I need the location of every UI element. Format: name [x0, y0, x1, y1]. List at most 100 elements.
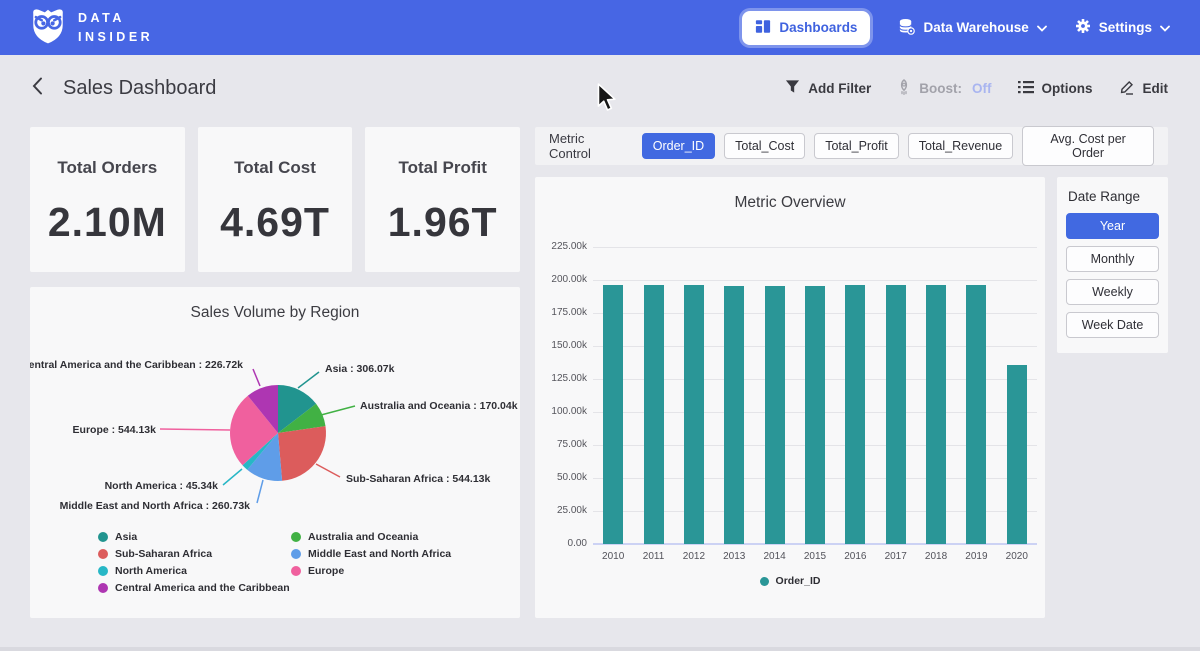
bar-2010[interactable] [603, 285, 623, 544]
y-axis-tick-label: 0.00 [539, 538, 587, 549]
pie-slice-label: North America : 45.34k [105, 480, 219, 492]
pie-leader-line [253, 369, 260, 386]
bar-slot [593, 285, 633, 544]
legend-dot [760, 577, 769, 586]
kpi-label: Total Profit [398, 158, 486, 178]
nav-dashboards-button[interactable]: Dashboards [742, 11, 870, 45]
kpi-card: Total Orders2.10M [30, 127, 185, 272]
metric-option-total-profit[interactable]: Total_Profit [814, 133, 899, 159]
pie-leader-line [223, 469, 242, 485]
options-list-icon [1018, 80, 1034, 97]
date-range-option-weekly[interactable]: Weekly [1066, 279, 1159, 305]
add-filter-button[interactable]: Add Filter [785, 79, 871, 97]
date-range-option-year[interactable]: Year [1066, 213, 1159, 239]
bar-slot [714, 286, 754, 544]
bar-2011[interactable] [644, 285, 664, 544]
pie-slice-label: Sub-Saharan Africa : 544.13k [346, 473, 490, 485]
y-axis-tick-label: 125.00k [539, 373, 587, 384]
pie-legend-item: Central America and the Caribbean [98, 582, 291, 594]
metric-option-avg-cost-per-order[interactable]: Avg. Cost per Order [1022, 126, 1154, 166]
pie-slice-2[interactable] [278, 426, 326, 481]
bar-slot [956, 285, 996, 544]
metric-option-total-cost[interactable]: Total_Cost [724, 133, 805, 159]
pie-legend-column: Australia and Oceania Middle East and Nor… [291, 531, 451, 594]
bar-2017[interactable] [886, 285, 906, 544]
edit-button[interactable]: Edit [1119, 79, 1169, 98]
owl-logo-icon [30, 5, 66, 50]
y-axis-tick-label: 50.00k [539, 472, 587, 483]
pie-legend-item: Middle East and North Africa [291, 548, 451, 560]
pie-leader-line [160, 429, 230, 430]
boost-toggle[interactable]: Boost:Off [897, 79, 991, 98]
bar-slot [634, 285, 674, 544]
pie-slice-label: Australia and Oceania : 170.04k [360, 400, 518, 412]
bar-slot [997, 365, 1037, 545]
legend-label: Asia [115, 531, 137, 543]
x-axis-labels: 2010201120122013201420152016201720182019… [593, 551, 1037, 562]
pie-legend-item: Australia and Oceania [291, 531, 451, 543]
bar-2018[interactable] [926, 285, 946, 544]
bar-slot [876, 285, 916, 544]
date-range-option-week-date[interactable]: Week Date [1066, 312, 1159, 338]
bar-2014[interactable] [765, 286, 785, 545]
legend-label: Central America and the Caribbean [115, 582, 290, 594]
metric-option-total-revenue[interactable]: Total_Revenue [908, 133, 1013, 159]
pie-slice-label: Europe : 544.13k [73, 424, 157, 436]
x-axis-tick-label: 2014 [755, 551, 795, 562]
bar-chart-card: Metric Overview 225.00k200.00k175.00k150… [535, 177, 1045, 618]
back-chevron-icon[interactable] [32, 77, 43, 100]
bar-2012[interactable] [684, 285, 704, 545]
legend-dot [98, 532, 108, 542]
legend-label: Middle East and North Africa [308, 548, 451, 560]
nav-data-warehouse[interactable]: Data Warehouse [898, 18, 1046, 38]
kpi-card: Total Cost 4.69T [198, 127, 353, 272]
bar-slot [916, 285, 956, 544]
legend-label: Order_ID [776, 575, 821, 587]
kpi-row: Total Orders2.10M Total Cost 4.69T Total Pr… [30, 127, 520, 272]
y-axis-tick-label: 225.00k [539, 241, 587, 252]
kpi-label: Total Cost [234, 158, 316, 178]
pie-legend-column: AsiaSub-Saharan AfricaNorth AmericaCentr… [98, 531, 291, 594]
brand[interactable]: DATA INSIDER [30, 5, 153, 50]
x-axis-tick-label: 2013 [714, 551, 754, 562]
filter-funnel-icon [785, 79, 800, 97]
dashboards-grid-icon [755, 19, 771, 37]
pie-chart-card: Sales Volume by Region Asia : 306.07kAus… [30, 287, 520, 618]
bar-2013[interactable] [724, 286, 744, 544]
legend-dot [291, 566, 301, 576]
pie-chart-title: Sales Volume by Region [30, 287, 520, 322]
pie-slice-label: Central America and the Caribbean : 226.… [30, 359, 243, 371]
pie-legend-item: Europe [291, 565, 451, 577]
legend-label: Europe [308, 565, 344, 577]
boost-state: Off [972, 81, 992, 96]
bar-2015[interactable] [805, 286, 825, 545]
metric-option-order-id[interactable]: Order_ID [642, 133, 715, 159]
bar-2019[interactable] [966, 285, 986, 544]
legend-dot [291, 532, 301, 542]
edit-pencil-icon [1119, 79, 1135, 98]
options-button[interactable]: Options [1018, 80, 1093, 97]
pie-legend-item: Asia [98, 531, 291, 543]
legend-label: Australia and Oceania [308, 531, 418, 543]
metric-buttons: Order_ID Total_Cost Total_Profit Total_Reve… [642, 126, 1154, 166]
y-axis-tick-label: 200.00k [539, 274, 587, 285]
kpi-value: 4.69T [220, 199, 330, 246]
date-range-card: Date Range YearMonthlyWeeklyWeek Date [1057, 177, 1168, 353]
legend-dot [98, 566, 108, 576]
database-icon [898, 18, 915, 38]
metric-control-label: Metric Control [549, 131, 630, 161]
pie-svg: Asia : 306.07kAustralia and Oceania : 17… [30, 327, 520, 527]
date-range-option-monthly[interactable]: Monthly [1066, 246, 1159, 272]
bar-slot [795, 286, 835, 545]
nav-settings[interactable]: Settings [1075, 18, 1170, 37]
chevron-down-icon [1037, 20, 1047, 35]
bar-2020[interactable] [1007, 365, 1027, 545]
brand-text: DATA INSIDER [78, 9, 153, 45]
legend-dot [291, 549, 301, 559]
pie-leader-line [321, 406, 355, 415]
bar-2016[interactable] [845, 285, 865, 544]
x-axis-tick-label: 2017 [876, 551, 916, 562]
pie-leader-line [298, 372, 319, 388]
y-axis-tick-label: 175.00k [539, 307, 587, 318]
kpi-label: Total Orders [57, 158, 157, 178]
